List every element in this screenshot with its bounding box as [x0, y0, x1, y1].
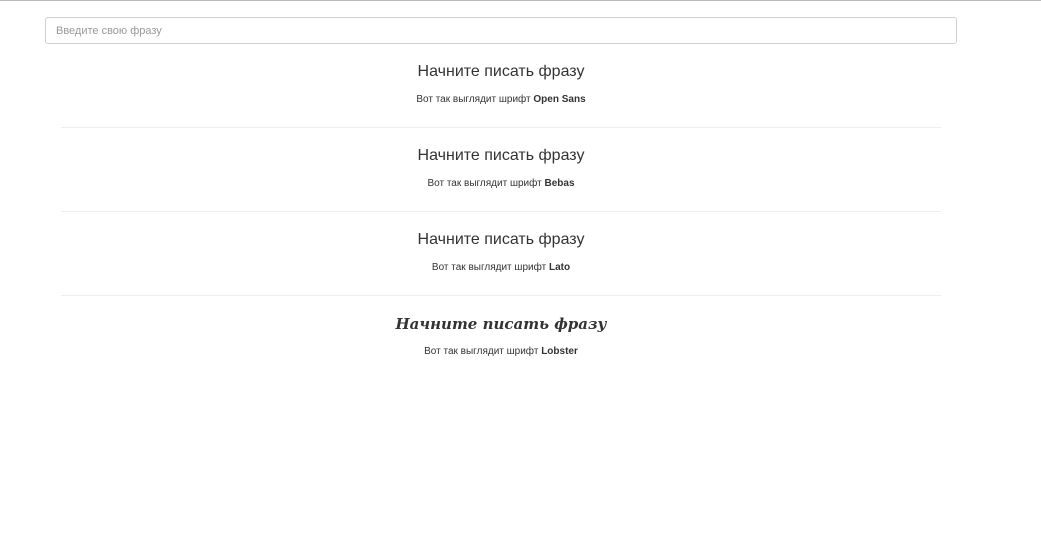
font-preview-lobster: Начните писать фразу Вот так выглядит шр…	[61, 296, 941, 380]
caption-prefix: Вот так выглядит шрифт	[416, 94, 531, 105]
preview-caption: Вот так выглядит шрифт Open Sans	[61, 94, 941, 106]
font-name: Lobster	[541, 346, 578, 357]
font-preview-lato: Начните писать фразу Вот так выглядит шр…	[61, 212, 941, 296]
caption-prefix: Вот так выглядит шрифт	[424, 346, 539, 357]
caption-prefix: Вот так выглядит шрифт	[427, 178, 542, 189]
font-preview-open-sans: Начните писать фразу Вот так выглядит шр…	[61, 44, 941, 128]
caption-prefix: Вот так выглядит шрифт	[431, 262, 547, 273]
preview-caption: Вот так выглядит шрифт Lato	[61, 262, 941, 274]
preview-phrase: Начните писать фразу	[417, 147, 585, 164]
font-name: Bebas	[544, 178, 575, 189]
window-top-border	[0, 0, 1041, 1]
font-name: Lato	[548, 262, 571, 273]
font-preview-list: Начните писать фразу Вот так выглядит шр…	[61, 44, 941, 380]
preview-caption: Вот так выглядит шрифт Bebas	[61, 178, 941, 190]
preview-phrase: Начните писать фразу	[417, 63, 585, 80]
font-preview-bebas: Начните писать фразу Вот так выглядит шр…	[61, 128, 941, 212]
font-name: Open Sans	[533, 94, 586, 105]
preview-caption: Вот так выглядит шрифт Lobster	[61, 346, 941, 358]
phrase-input[interactable]	[45, 17, 957, 44]
preview-phrase: Начните писать фразу	[395, 315, 607, 333]
font-preview-app: Начните писать фразу Вот так выглядит шр…	[45, 17, 957, 380]
preview-phrase: Начните писать фразу	[417, 231, 585, 248]
